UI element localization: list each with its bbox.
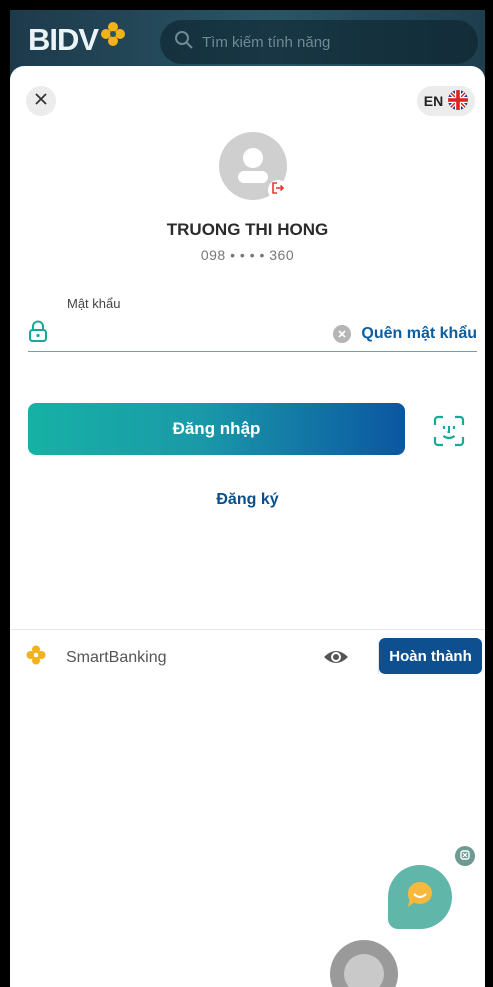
password-input[interactable]: [58, 318, 334, 349]
keyboard-accessory-bar: SmartBanking Hoàn thành: [10, 629, 485, 685]
keyboard-title: SmartBanking: [66, 648, 167, 666]
password-label: Mật khẩu: [67, 296, 121, 311]
register-link[interactable]: Đăng ký: [10, 491, 485, 509]
done-button[interactable]: Hoàn thành: [379, 638, 482, 674]
chat-icon: [405, 881, 435, 914]
close-icon: [35, 92, 47, 110]
chat-close-button[interactable]: [455, 846, 475, 866]
user-name: TRUONG THI HONG: [166, 220, 329, 239]
app-screen: BIDV Tìm kiếm tính năng EN TRUONG THI HO…: [10, 10, 485, 987]
search-placeholder: Tìm kiếm tính năng: [202, 33, 331, 51]
face-id-icon: [432, 415, 466, 452]
search-icon: [174, 30, 194, 55]
bidv-logo-icon: [26, 645, 46, 670]
lock-icon: [28, 320, 48, 347]
forgot-password-link[interactable]: Quên mật khẩu: [361, 325, 477, 343]
eye-icon[interactable]: [323, 647, 349, 672]
password-row: Quên mật khẩu: [28, 316, 477, 352]
uk-flag-icon: [448, 89, 469, 113]
login-button[interactable]: Đăng nhập: [28, 403, 405, 455]
language-button[interactable]: EN: [417, 86, 475, 116]
bidv-logo: BIDV: [28, 21, 126, 58]
user-phone: 098 • • • • 360: [200, 247, 295, 263]
login-sheet: EN TRUONG THI HONG 098 • • • • 360 Mật k…: [10, 66, 485, 987]
face-id-button[interactable]: [432, 414, 466, 448]
logout-icon: [271, 181, 285, 200]
header-search[interactable]: Tìm kiếm tính năng: [160, 20, 478, 64]
chat-button[interactable]: [388, 865, 452, 929]
language-label: EN: [423, 93, 444, 109]
close-button[interactable]: [26, 86, 56, 116]
logo-text: BIDV: [28, 22, 99, 57]
bidv-logo-icon: [100, 21, 126, 52]
clear-icon[interactable]: [333, 324, 352, 343]
close-icon: [460, 847, 470, 865]
logout-badge[interactable]: [268, 180, 288, 200]
